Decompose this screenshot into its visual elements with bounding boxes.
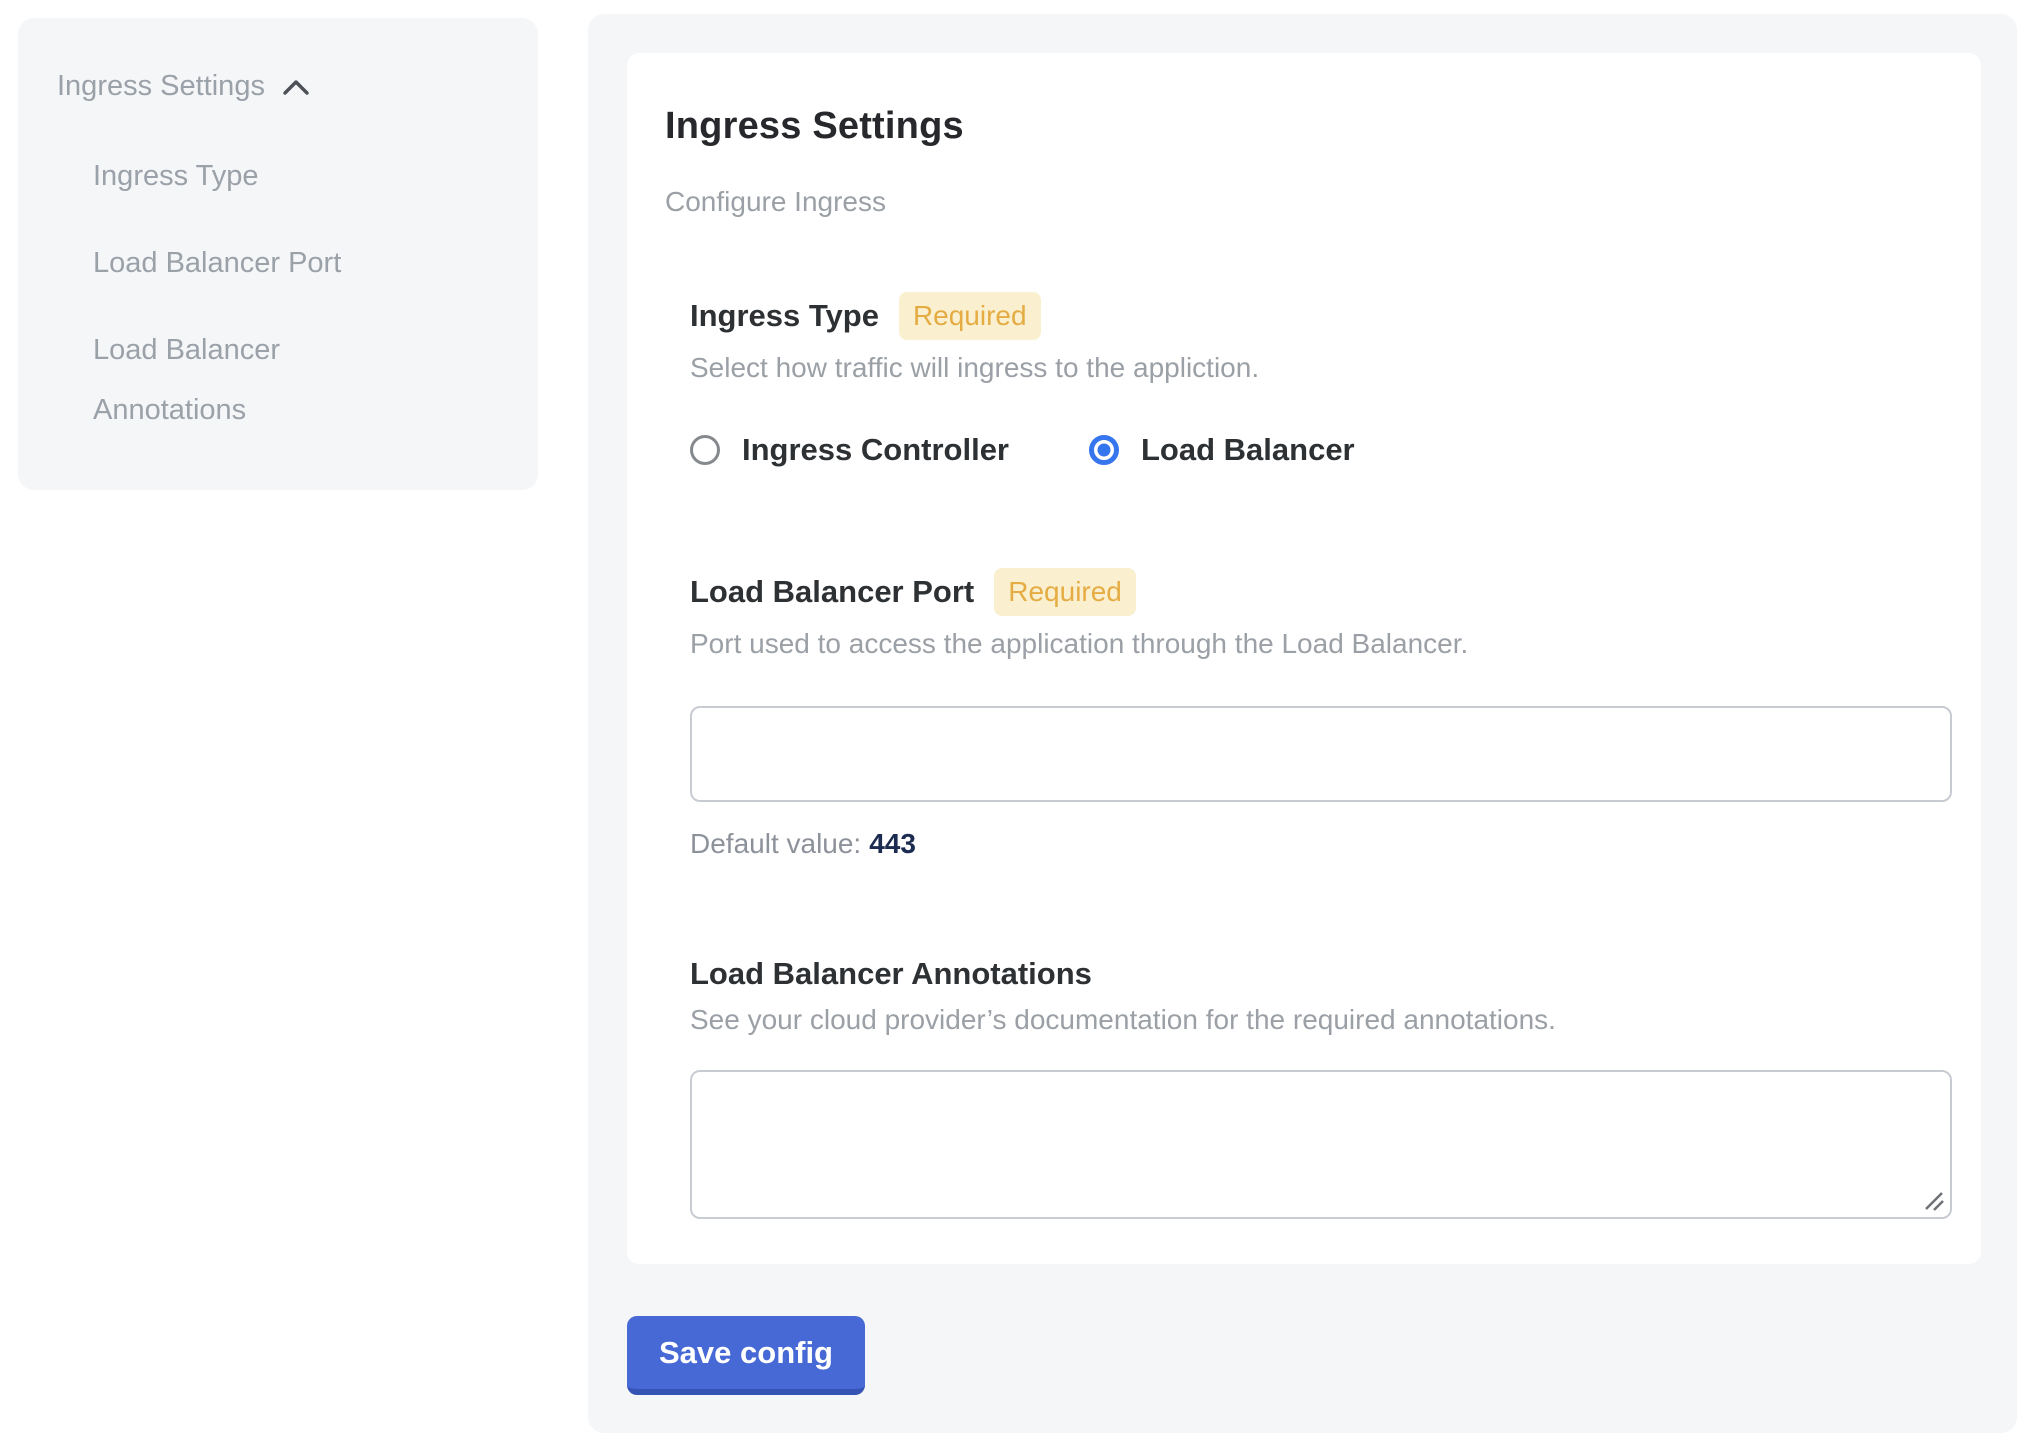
sidebar-section-ingress-settings[interactable]: Ingress Settings (57, 66, 498, 106)
sidebar-section-label: Ingress Settings (57, 66, 265, 106)
field-load-balancer-annotations-description: See your cloud provider’s documentation … (690, 1004, 1952, 1036)
field-ingress-type-header: Ingress Type Required (690, 292, 1952, 340)
radio-selected-icon[interactable] (1089, 435, 1119, 465)
save-config-button[interactable]: Save config (627, 1316, 865, 1395)
radio-option-ingress-controller[interactable]: Ingress Controller (690, 432, 1009, 468)
sidebar-item-list: Ingress Type Load Balancer Port Load Bal… (57, 146, 498, 440)
chevron-up-icon (281, 78, 311, 98)
default-value: 443 (869, 828, 916, 859)
ingress-settings-panel: Ingress Settings Configure Ingress Ingre… (588, 14, 2017, 1433)
form-fields: Ingress Type Required Select how traffic… (690, 292, 1952, 1219)
radio-label-ingress-controller: Ingress Controller (742, 432, 1009, 468)
field-load-balancer-port-label: Load Balancer Port (690, 574, 974, 610)
default-value-row: Default value: 443 (690, 828, 1952, 860)
field-load-balancer-annotations-label: Load Balancer Annotations (690, 956, 1092, 992)
ingress-type-radio-group: Ingress Controller Load Balancer (690, 432, 1952, 468)
sidebar-item-ingress-type[interactable]: Ingress Type (93, 146, 363, 206)
field-load-balancer-annotations: Load Balancer Annotations See your cloud… (690, 956, 1952, 1219)
field-ingress-type-description: Select how traffic will ingress to the a… (690, 352, 1952, 384)
field-ingress-type: Ingress Type Required Select how traffic… (690, 292, 1952, 468)
field-load-balancer-annotations-header: Load Balancer Annotations (690, 956, 1952, 992)
field-load-balancer-port-header: Load Balancer Port Required (690, 568, 1952, 616)
radio-label-load-balancer: Load Balancer (1141, 432, 1355, 468)
sidebar-item-load-balancer-annotations[interactable]: Load Balancer Annotations (93, 320, 363, 440)
page-title: Ingress Settings (665, 105, 1952, 148)
field-load-balancer-port: Load Balancer Port Required Port used to… (690, 568, 1952, 860)
settings-nav-sidebar: Ingress Settings Ingress Type Load Balan… (18, 18, 538, 490)
load-balancer-annotations-textarea[interactable] (690, 1070, 1952, 1219)
default-value-label: Default value: (690, 828, 861, 859)
resize-handle-icon[interactable] (1923, 1190, 1945, 1212)
field-ingress-type-label: Ingress Type (690, 298, 879, 334)
page-subtitle: Configure Ingress (665, 186, 1952, 218)
ingress-settings-card: Ingress Settings Configure Ingress Ingre… (627, 53, 1981, 1264)
required-badge: Required (994, 568, 1136, 616)
radio-option-load-balancer[interactable]: Load Balancer (1089, 432, 1355, 468)
load-balancer-port-input[interactable] (690, 706, 1952, 802)
radio-unselected-icon[interactable] (690, 435, 720, 465)
sidebar-item-load-balancer-port[interactable]: Load Balancer Port (93, 233, 363, 293)
required-badge: Required (899, 292, 1041, 340)
field-load-balancer-port-description: Port used to access the application thro… (690, 628, 1952, 660)
annotations-textarea-wrap (690, 1070, 1952, 1219)
